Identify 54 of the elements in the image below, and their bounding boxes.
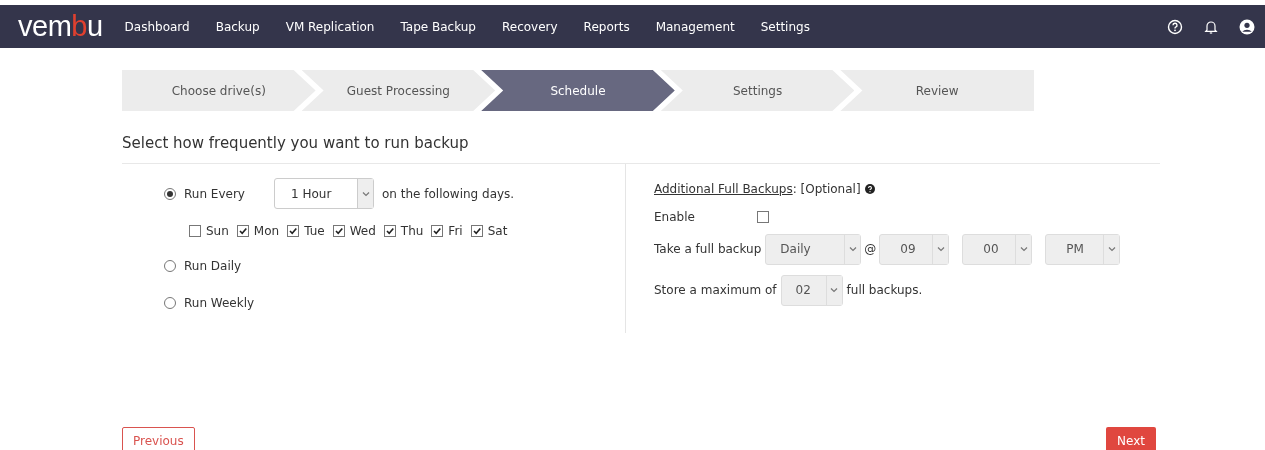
day-label: Sat — [487, 222, 508, 240]
day-label: Mon — [253, 222, 280, 240]
radio-label: Run Weekly — [184, 294, 256, 312]
caret-icon — [1019, 245, 1028, 253]
section-title[interactable]: Additional Full Backups — [654, 179, 793, 198]
nav-link[interactable]: Recovery — [501, 17, 558, 36]
checkbox[interactable] — [383, 224, 396, 237]
day-label: Fri — [448, 222, 463, 240]
nav-link[interactable]: Settings — [760, 17, 810, 36]
user-icon[interactable] — [1239, 18, 1255, 35]
checkbox[interactable] — [236, 224, 249, 237]
label: on the following days. — [382, 185, 515, 203]
checkbox[interactable] — [470, 224, 483, 237]
nav-link[interactable]: Reports — [583, 17, 630, 36]
checkbox[interactable] — [189, 224, 201, 237]
checkbox[interactable] — [287, 224, 300, 237]
nav-link[interactable]: Tape Backup — [400, 17, 476, 36]
wizard-step[interactable]: Choose drive(s) — [122, 70, 316, 111]
help-icon[interactable] — [1167, 18, 1183, 35]
checkbox[interactable] — [757, 210, 769, 223]
section-heading: Select how frequently you want to run backup — [122, 133, 470, 154]
radio-label: Run Every — [184, 185, 246, 203]
previous-button[interactable]: Previous — [122, 426, 195, 450]
caret-icon — [361, 189, 370, 198]
nav-link[interactable]: VM Replication — [285, 17, 375, 36]
nav-link[interactable]: Dashboard — [124, 17, 190, 36]
caret-icon — [936, 245, 945, 253]
caret-icon — [830, 286, 839, 294]
wizard-step[interactable]: Guest Processing — [301, 70, 496, 111]
help-icon[interactable] — [864, 183, 875, 194]
wizard-step[interactable]: Schedule — [481, 70, 675, 111]
label: Take a full backup — [654, 241, 762, 258]
label: Store a maximum of — [654, 282, 777, 299]
bell-icon[interactable] — [1203, 18, 1219, 35]
next-button[interactable]: Next — [1106, 426, 1156, 450]
checkbox[interactable] — [332, 224, 345, 237]
label: : [Optional] — [792, 180, 861, 198]
frequency-select[interactable]: 1 Hour — [274, 178, 374, 209]
label: full backups. — [846, 282, 923, 299]
at-label: @ — [864, 241, 877, 258]
logo[interactable]: vembu — [18, 12, 103, 41]
day-label: Thu — [400, 222, 424, 240]
nav-link[interactable]: Backup — [215, 17, 260, 36]
nav-link[interactable]: Management — [655, 17, 735, 36]
day-label: Sun — [206, 222, 229, 240]
checkbox[interactable] — [431, 224, 444, 237]
day-label: Wed — [349, 222, 376, 240]
radio-label: Run Daily — [184, 257, 243, 275]
wizard-step[interactable]: Review — [840, 70, 1034, 111]
caret-icon — [848, 245, 857, 253]
label: Enable — [654, 208, 696, 226]
caret-icon — [1107, 245, 1116, 253]
day-label: Tue — [304, 222, 325, 240]
wizard-step[interactable]: Settings — [660, 70, 855, 111]
